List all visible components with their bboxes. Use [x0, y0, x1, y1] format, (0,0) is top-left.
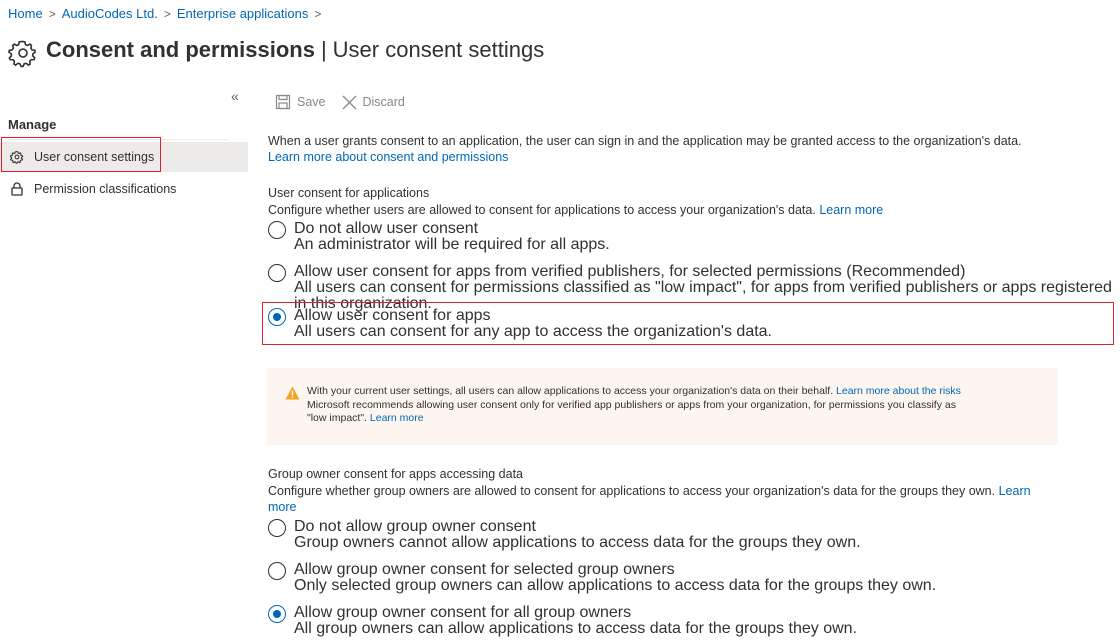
group-consent-description: Configure whether group owners are allow…	[268, 484, 1031, 498]
learn-more-link-continued[interactable]: more	[268, 500, 296, 514]
radio-label: Allow group owner consent for all group …	[294, 604, 632, 621]
group-consent-heading: Group owner consent for apps accessing d…	[268, 467, 524, 481]
sidebar-section-manage: Manage	[8, 117, 57, 132]
intro-text: When a user grants consent to an applica…	[268, 134, 1022, 148]
collapse-sidebar-button[interactable]: «	[231, 88, 239, 104]
radio-label: Allow group owner consent for selected g…	[294, 561, 675, 578]
breadcrumb-enterprise-apps[interactable]: Enterprise applications	[177, 6, 309, 21]
discard-label: Discard	[362, 95, 405, 109]
radio-allow-selected-group-owners[interactable]: Allow group owner consent for selected g…	[268, 562, 936, 594]
radio-label: Do not allow group owner consent	[294, 518, 536, 535]
highlight-box	[262, 302, 1114, 345]
sidebar-item-permission-classifications[interactable]: Permission classifications	[0, 174, 176, 204]
user-consent-description: Configure whether users are allowed to c…	[268, 203, 883, 217]
learn-more-consent-link[interactable]: Learn more about consent and permissions	[268, 150, 508, 164]
highlight-box	[1, 137, 161, 172]
save-button[interactable]: Save	[275, 94, 326, 110]
radio-do-not-allow-user-consent[interactable]: Do not allow user consent An administrat…	[268, 221, 610, 253]
save-label: Save	[297, 95, 326, 109]
breadcrumb-separator: >	[314, 6, 322, 21]
user-consent-heading: User consent for applications	[268, 186, 430, 200]
discard-button[interactable]: Discard	[342, 95, 405, 110]
learn-more-risks-link[interactable]: Learn more about the risks	[836, 385, 961, 397]
description-text: Configure whether users are allowed to c…	[268, 203, 816, 217]
breadcrumb-tenant[interactable]: AudioCodes Ltd.	[62, 6, 158, 21]
title-separator: |	[320, 37, 327, 62]
title-subpage: User consent settings	[332, 37, 545, 62]
save-icon	[275, 94, 291, 110]
warning-text: With your current user settings, all use…	[307, 385, 1047, 426]
breadcrumb: Home > AudioCodes Ltd. > Enterprise appl…	[8, 6, 327, 21]
radio-circle[interactable]	[268, 221, 286, 239]
radio-description: An administrator will be required for al…	[294, 236, 610, 253]
radio-circle[interactable]	[268, 562, 286, 580]
command-bar: Save Discard	[275, 94, 421, 110]
title-main: Consent and permissions	[46, 37, 315, 62]
breadcrumb-separator: >	[48, 6, 56, 21]
radio-circle[interactable]	[268, 519, 286, 537]
radio-allow-all-group-owners[interactable]: Allow group owner consent for all group …	[268, 605, 857, 637]
radio-description: Only selected group owners can allow app…	[294, 577, 937, 594]
learn-more-link[interactable]: Learn more	[819, 203, 883, 217]
description-text: Configure whether group owners are allow…	[268, 484, 996, 498]
radio-circle-selected[interactable]	[268, 605, 286, 623]
radio-description: All group owners can allow applications …	[294, 620, 857, 637]
radio-do-not-allow-group-owner-consent[interactable]: Do not allow group owner consent Group o…	[268, 519, 861, 551]
radio-label: Do not allow user consent	[294, 220, 479, 237]
gear-icon	[8, 40, 36, 68]
warning-banner: With your current user settings, all use…	[267, 368, 1058, 445]
breadcrumb-home[interactable]: Home	[8, 6, 43, 21]
warning-icon	[285, 386, 300, 400]
radio-label: Allow user consent for apps from verifie…	[294, 263, 966, 280]
sidebar-item-label: Permission classifications	[34, 182, 177, 196]
breadcrumb-separator: >	[163, 6, 171, 21]
warning-line-1: With your current user settings, all use…	[307, 385, 834, 397]
close-icon	[342, 95, 356, 109]
radio-description: Group owners cannot allow applications t…	[294, 534, 861, 551]
warning-line-3: "low impact".	[307, 412, 367, 424]
learn-more-link[interactable]: Learn more	[370, 412, 424, 424]
page-title: Consent and permissions | User consent s…	[8, 32, 544, 68]
lock-icon	[10, 182, 24, 196]
learn-more-link[interactable]: Learn	[999, 484, 1031, 498]
warning-line-2: Microsoft recommends allowing user conse…	[307, 398, 956, 411]
radio-circle[interactable]	[268, 264, 286, 282]
